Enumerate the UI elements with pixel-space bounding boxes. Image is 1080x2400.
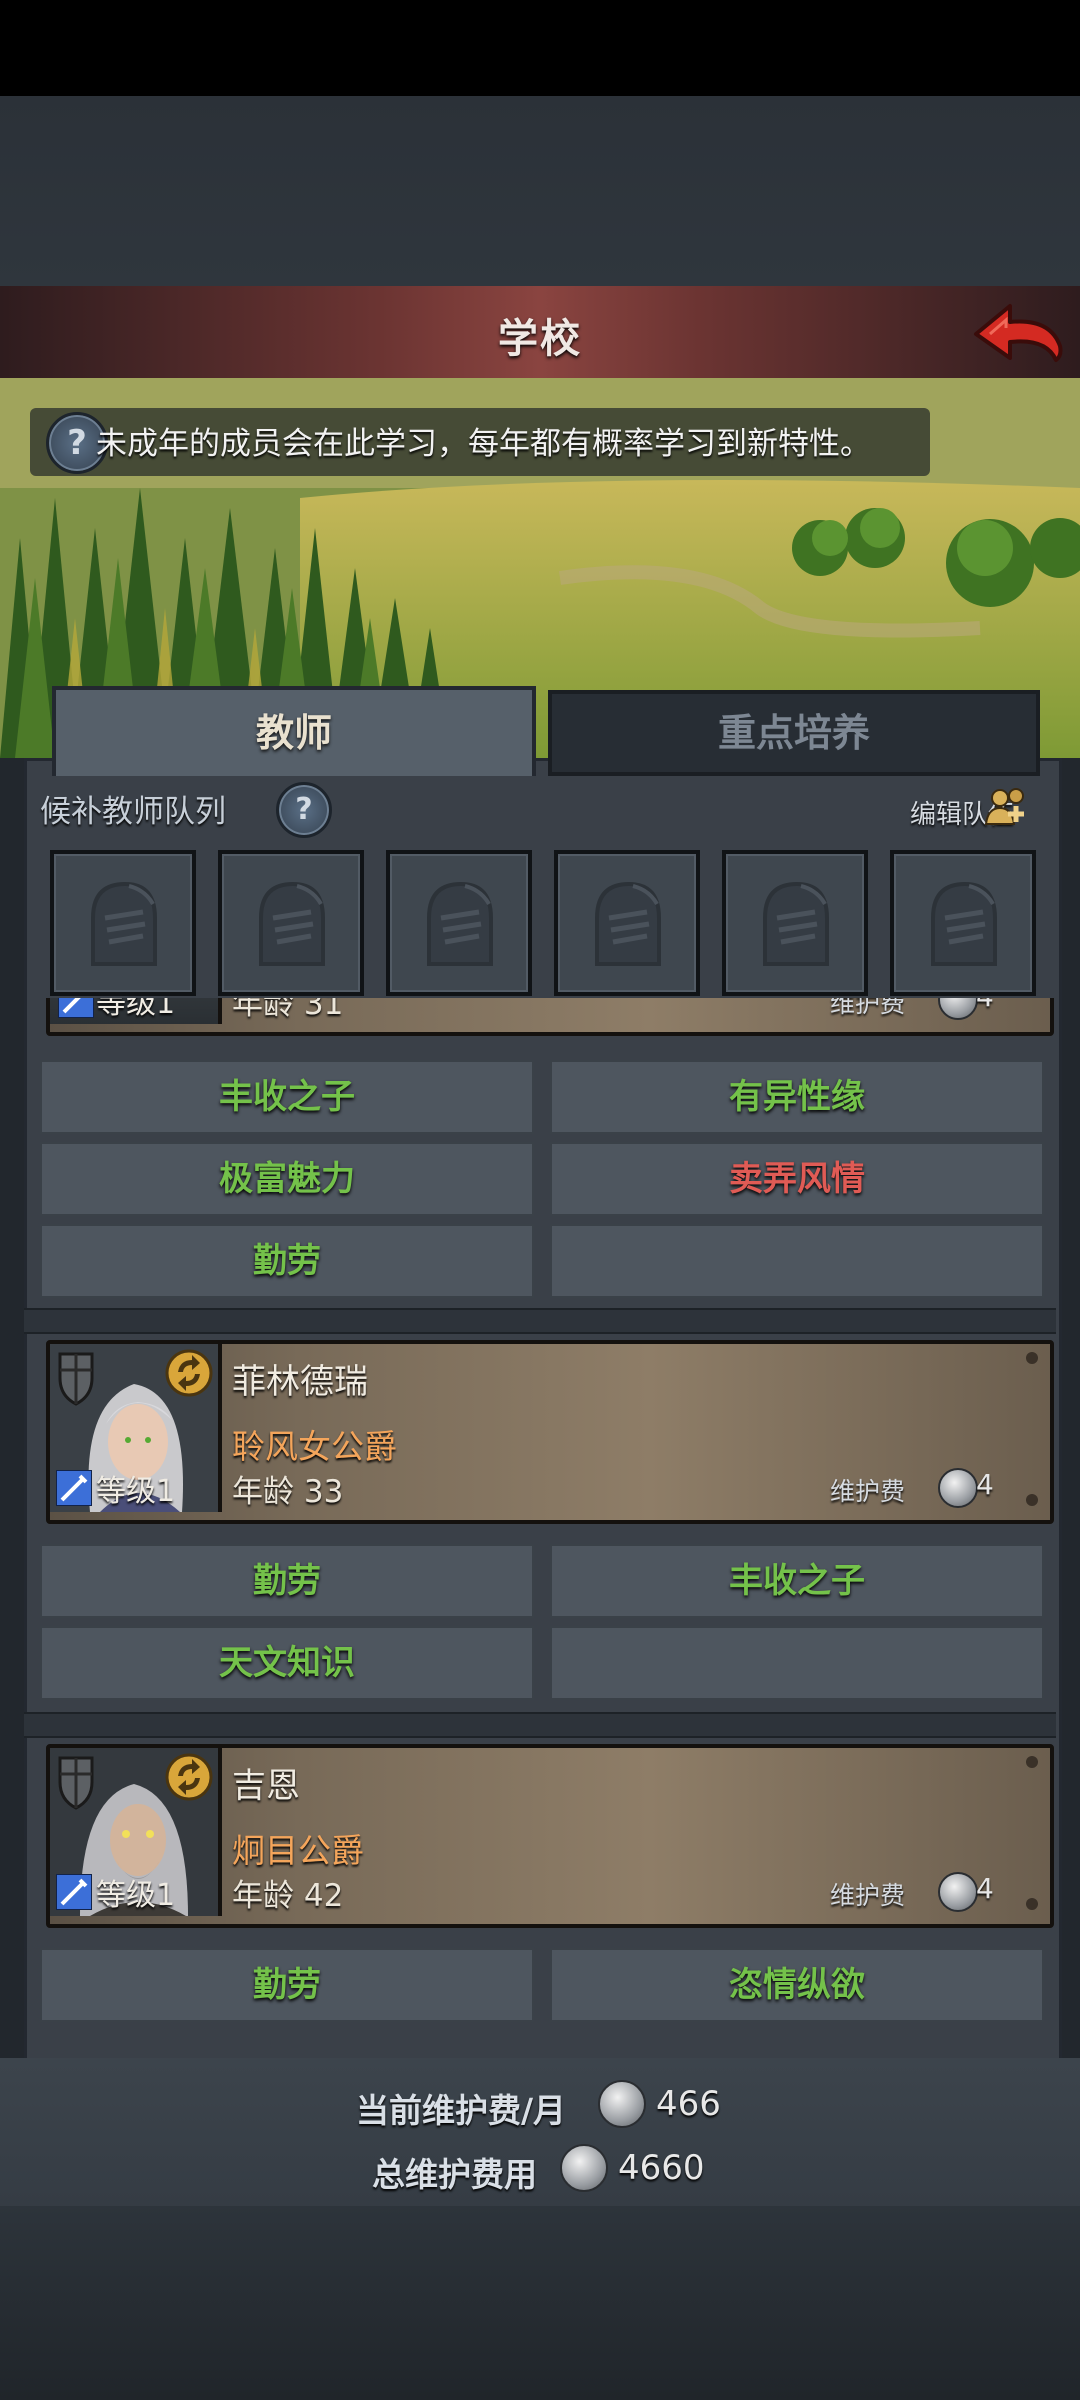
trait-button-empty[interactable] <box>550 1626 1044 1700</box>
monthly-fee-label: 当前维护费/月 <box>356 2091 567 2130</box>
total-fee-label: 总维护费用 <box>372 2155 537 2194</box>
member-name: 菲林德瑞 <box>232 1362 368 1402</box>
teacher-slot[interactable] <box>722 850 868 996</box>
trait-button[interactable]: 极富魅力 <box>40 1142 534 1216</box>
section-divider <box>24 1308 1056 1334</box>
fee-value: 4 <box>976 998 994 1013</box>
member-title: 炯目公爵 <box>232 1831 364 1870</box>
bottom-backdrop <box>0 2206 1080 2400</box>
teacher-slot[interactable] <box>890 850 1036 996</box>
member-level: 等级1 <box>96 1878 176 1913</box>
member-age: 年龄 31 <box>232 998 344 1022</box>
trait-button[interactable]: 有异性缘 <box>550 1060 1044 1134</box>
refresh-icon[interactable] <box>164 1348 214 1398</box>
edit-team-icon[interactable] <box>982 786 1032 830</box>
sword-icon <box>56 1874 92 1910</box>
top-backdrop <box>0 96 1080 286</box>
trait-button[interactable]: 丰收之子 <box>40 1060 534 1134</box>
knight-helmet-icon <box>595 881 661 966</box>
knight-helmet-icon <box>931 881 997 966</box>
section-divider <box>24 1712 1056 1738</box>
member-title: 聆风女公爵 <box>232 1427 397 1466</box>
trait-button-empty[interactable] <box>550 1224 1044 1298</box>
teacher-slot[interactable] <box>386 850 532 996</box>
member-level: 等级1 <box>96 998 176 1021</box>
knight-helmet-icon <box>91 881 157 966</box>
fee-label: 维护费 <box>830 998 906 1018</box>
trait-button[interactable]: 天文知识 <box>40 1626 534 1700</box>
member-list[interactable]: 等级1 年龄 31 维护费 4 丰收之子 有异性缘 极富魅力 卖弄风情 勤劳 <box>24 998 1056 2058</box>
sword-icon <box>56 1470 92 1506</box>
cost-summary: 当前维护费/月 466 总维护费用 4660 <box>0 2058 1080 2206</box>
status-bar <box>0 0 1080 96</box>
fee-label: 维护费 <box>830 1881 906 1910</box>
teacher-slot[interactable] <box>50 850 196 996</box>
member-card[interactable]: 菲林德瑞 聆风女公爵 等级1 年龄 33 维护费 4 <box>46 1340 1054 1524</box>
knight-helmet-icon <box>427 881 493 966</box>
page-title: 学校 <box>498 316 582 362</box>
tab-key-training[interactable]: 重点培养 <box>548 690 1040 776</box>
sword-icon <box>58 998 94 1018</box>
member-card[interactable]: 吉恩 炯目公爵 等级1 年龄 42 维护费 4 <box>46 1744 1054 1928</box>
member-level: 等级1 <box>96 1474 176 1509</box>
member-card[interactable]: 等级1 年龄 31 维护费 4 <box>46 998 1054 1036</box>
total-fee-value: 4660 <box>618 2148 705 2188</box>
knight-helmet-icon <box>763 881 829 966</box>
knight-helmet-icon <box>259 881 325 966</box>
teacher-slot[interactable] <box>554 850 700 996</box>
trait-button[interactable]: 丰收之子 <box>550 1544 1044 1618</box>
rivet <box>1026 1352 1038 1364</box>
rivet <box>1026 1494 1038 1506</box>
fee-value: 4 <box>976 1872 994 1905</box>
silver-coin-icon <box>938 1872 978 1912</box>
fee-label: 维护费 <box>830 1477 906 1506</box>
teacher-slot[interactable] <box>218 850 364 996</box>
silver-coin-icon <box>938 1468 978 1508</box>
shield-icon <box>58 1756 94 1810</box>
shield-icon <box>58 1352 94 1406</box>
trait-button[interactable]: 勤劳 <box>40 1544 534 1618</box>
question-icon[interactable]: ? <box>276 782 332 838</box>
title-bar: 学校 <box>0 286 1080 381</box>
tab-teachers[interactable]: 教师 <box>52 686 536 776</box>
red-back-arrow-icon[interactable] <box>970 294 1066 370</box>
trait-button[interactable]: 勤劳 <box>40 1224 534 1298</box>
silver-coin-icon <box>560 2144 608 2192</box>
member-age: 年龄 33 <box>232 1474 344 1510</box>
trait-button[interactable]: 卖弄风情 <box>550 1142 1044 1216</box>
refresh-icon[interactable] <box>164 1752 214 1802</box>
fee-value: 4 <box>976 1468 994 1501</box>
rivet <box>1026 1756 1038 1768</box>
queue-label: 候补教师队列 <box>40 794 226 830</box>
info-text: 未成年的成员会在此学习，每年都有概率学习到新特性。 <box>96 426 871 462</box>
member-age: 年龄 42 <box>232 1878 344 1914</box>
member-name: 吉恩 <box>232 1766 300 1806</box>
trait-button[interactable]: 勤劳 <box>40 1948 534 2022</box>
silver-coin-icon <box>598 2080 646 2128</box>
monthly-fee-value: 466 <box>656 2084 721 2124</box>
trait-button[interactable]: 恣情纵欲 <box>550 1948 1044 2022</box>
rivet <box>1026 1898 1038 1910</box>
